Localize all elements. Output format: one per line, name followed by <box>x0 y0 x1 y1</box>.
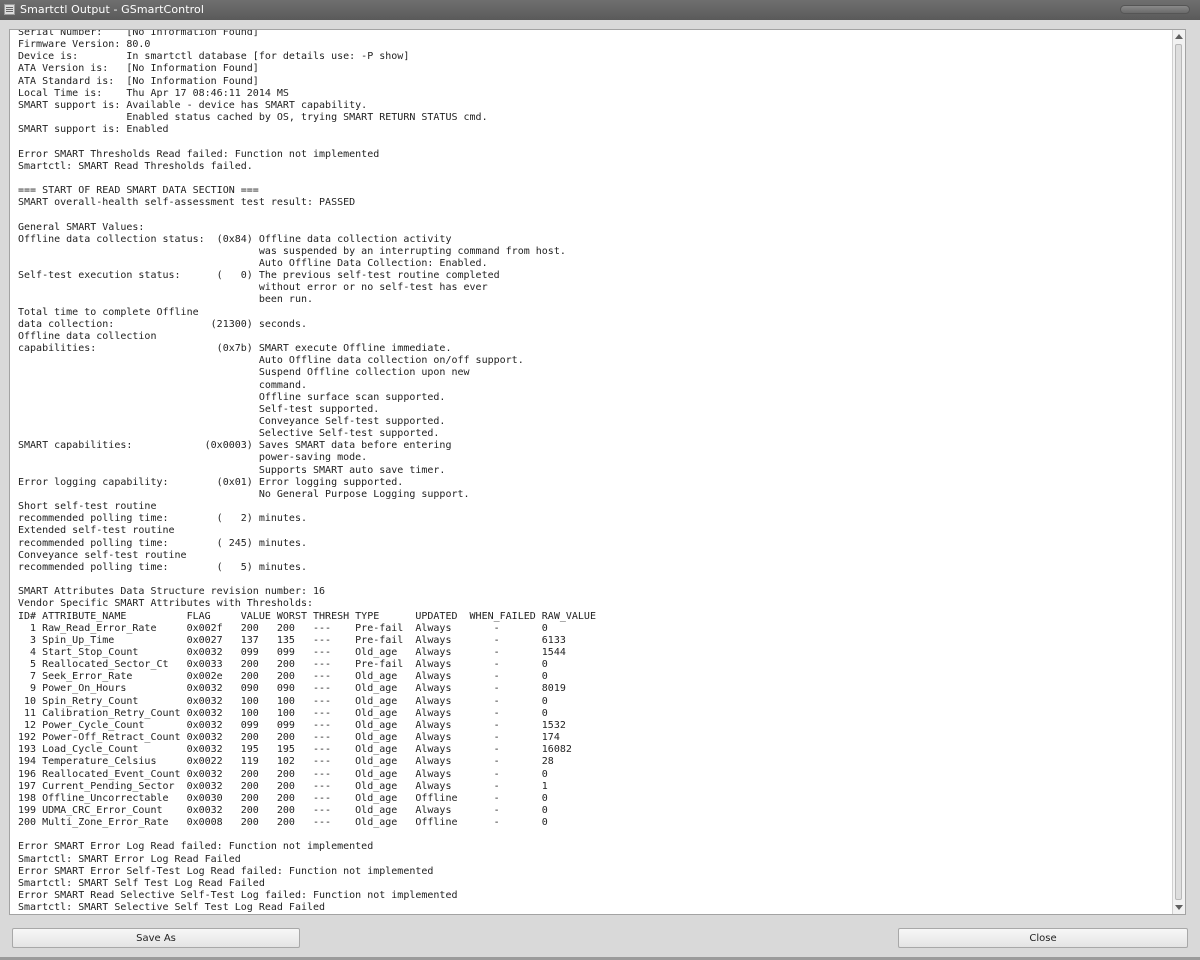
scroll-up-arrow-icon[interactable] <box>1175 34 1183 39</box>
save-as-button[interactable]: Save As <box>12 928 300 948</box>
scrollbar-thumb[interactable] <box>1175 44 1182 900</box>
title-bar: Smartctl Output - GSmartControl <box>0 0 1200 20</box>
window-title: Smartctl Output - GSmartControl <box>20 3 205 16</box>
window-controls[interactable] <box>1120 5 1190 14</box>
smartctl-output-text[interactable]: Serial Number: [No Information Found] Fi… <box>10 30 596 914</box>
app-icon <box>4 4 15 15</box>
scroll-down-arrow-icon[interactable] <box>1175 905 1183 910</box>
output-text-area[interactable]: Serial Number: [No Information Found] Fi… <box>9 29 1186 915</box>
close-button[interactable]: Close <box>898 928 1188 948</box>
vertical-scrollbar[interactable] <box>1172 30 1185 914</box>
